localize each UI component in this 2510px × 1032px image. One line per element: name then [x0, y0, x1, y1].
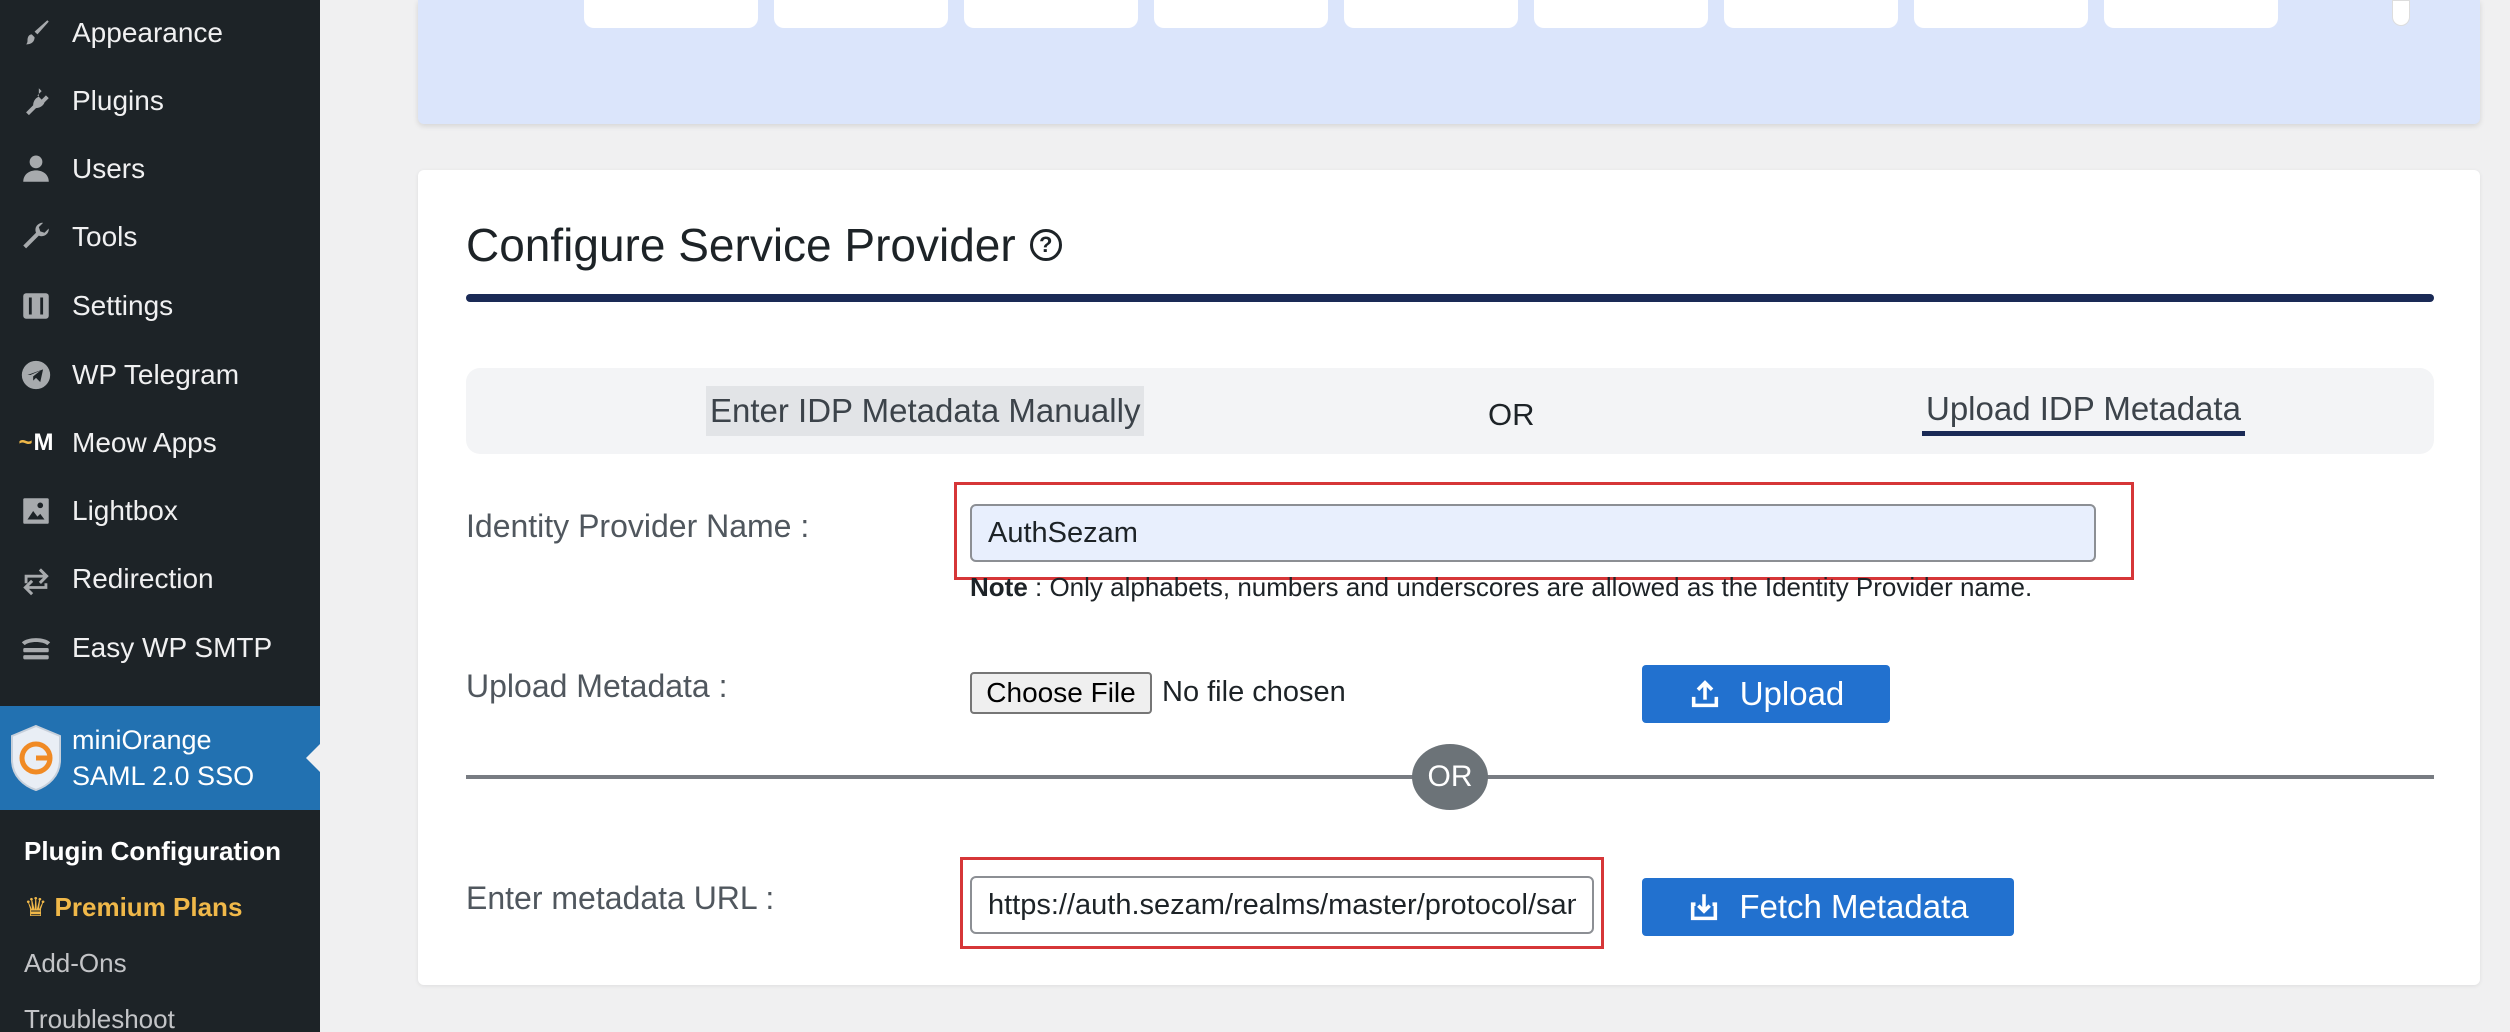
upload-icon — [1691, 680, 1718, 708]
page-title: Configure Service Provider ? — [466, 218, 1062, 272]
upload-button-label: Upload — [1739, 675, 1845, 712]
submenu-add-ons[interactable]: Add-Ons — [24, 948, 127, 979]
configure-sp-card: Configure Service Provider ? Enter IDP M… — [418, 170, 2480, 985]
divider-or-badge: OR — [1412, 744, 1488, 810]
miniorange-logo-icon — [11, 724, 61, 792]
sidebar-item-settings[interactable]: Settings — [0, 276, 320, 336]
sidebar-item-label-line1: miniOrange — [72, 725, 212, 755]
fetch-metadata-button[interactable]: Fetch Metadata — [1642, 878, 2014, 936]
sidebar-item-label: Appearance — [72, 17, 224, 48]
idp-name-label: Identity Provider Name : — [466, 508, 810, 544]
idp-tile[interactable] — [774, 0, 948, 28]
submenu-premium-plans-label: Premium Plans — [54, 892, 243, 922]
sidebar-item-miniorange-saml[interactable]: miniOrange SAML 2.0 SSO — [0, 706, 320, 810]
sidebar-item-label: Easy WP SMTP — [72, 632, 273, 663]
page-title-text: Configure Service Provider — [466, 219, 1016, 271]
sidebar-item-tools[interactable]: Tools — [0, 207, 320, 267]
note-label: Note — [970, 572, 1028, 602]
title-underline — [466, 294, 2434, 302]
idp-tile[interactable] — [1344, 0, 1518, 28]
choose-file-button[interactable]: Choose File — [970, 672, 1152, 714]
idp-tile[interactable] — [964, 0, 1138, 28]
crown-icon: ♛ — [24, 892, 48, 922]
sidebar-item-label: Users — [72, 153, 146, 184]
sidebar-item-appearance[interactable]: Appearance — [0, 3, 320, 63]
users-icon — [16, 149, 56, 189]
sidebar-item-label-line2: SAML 2.0 SSO — [72, 761, 255, 791]
plugin-icon — [16, 81, 56, 121]
no-file-chosen-text: No file chosen — [1162, 676, 1346, 708]
idp-name-note: Note : Only alphabets, numbers and under… — [970, 572, 2032, 603]
idp-tile[interactable] — [584, 0, 758, 28]
upload-button[interactable]: Upload — [1642, 665, 1890, 723]
strip-scrollbar[interactable] — [2392, 0, 2410, 26]
idp-tile[interactable] — [2104, 0, 2278, 28]
metadata-mode-tabs: Enter IDP Metadata Manually OR Upload ID… — [466, 368, 2434, 454]
note-text: : Only alphabets, numbers and underscore… — [1027, 572, 2033, 602]
tabs-or-label: OR — [1488, 397, 1535, 432]
sidebar-item-label: WP Telegram — [72, 359, 240, 390]
idp-provider-strip — [418, 0, 2480, 124]
sidebar-item-label: Tools — [72, 221, 138, 252]
idp-tile[interactable] — [1534, 0, 1708, 28]
tab-enter-idp-manually[interactable]: Enter IDP Metadata Manually — [706, 386, 1145, 436]
sidebar-item-label: Plugins — [72, 85, 164, 116]
sidebar-item-label: Redirection — [72, 563, 214, 594]
sidebar-item-users[interactable]: Users — [0, 139, 320, 199]
idp-tile[interactable] — [1914, 0, 2088, 28]
help-icon[interactable]: ? — [1029, 229, 1062, 261]
sidebar-item-wp-telegram[interactable]: WP Telegram — [0, 345, 320, 405]
mail-icon — [16, 628, 56, 668]
sidebar-item-lightbox[interactable]: Lightbox — [0, 481, 320, 541]
idp-name-input[interactable] — [970, 504, 2096, 562]
idp-tile[interactable] — [1724, 0, 1898, 28]
sidebar-item-label: Lightbox — [72, 495, 178, 526]
sidebar-item-label: Meow Apps — [72, 427, 217, 458]
metadata-url-input[interactable] — [970, 876, 1594, 934]
idp-tile[interactable] — [1154, 0, 1328, 28]
admin-sidebar: Appearance Plugins Users Tools Settings … — [0, 0, 320, 1032]
active-menu-arrow — [306, 744, 320, 772]
sidebar-item-easy-wp-smtp[interactable]: Easy WP SMTP — [0, 618, 320, 678]
settings-icon — [16, 286, 56, 326]
submenu-troubleshoot[interactable]: Troubleshoot — [24, 1004, 175, 1032]
submenu-premium-plans[interactable]: ♛ Premium Plans — [24, 892, 242, 923]
sidebar-item-plugins[interactable]: Plugins — [0, 71, 320, 131]
submenu-plugin-configuration[interactable]: Plugin Configuration — [24, 836, 281, 867]
upload-metadata-label: Upload Metadata : — [466, 668, 728, 704]
brush-icon — [16, 13, 56, 53]
telegram-icon — [16, 355, 56, 395]
sidebar-item-label: Settings — [72, 290, 174, 321]
download-icon — [1691, 894, 1718, 921]
fetch-metadata-button-label: Fetch Metadata — [1739, 888, 1969, 925]
sidebar-item-redirection[interactable]: Redirection — [0, 549, 320, 609]
sidebar-item-meow-apps[interactable]: ~ M Meow Apps — [0, 413, 320, 473]
tab-upload-idp-metadata[interactable]: Upload IDP Metadata — [1922, 386, 2245, 436]
metadata-url-label: Enter metadata URL : — [466, 880, 775, 916]
meow-icon: ~ M — [18, 429, 54, 456]
wrench-icon — [16, 217, 56, 257]
redirect-icon — [16, 559, 56, 599]
image-icon — [16, 491, 56, 531]
